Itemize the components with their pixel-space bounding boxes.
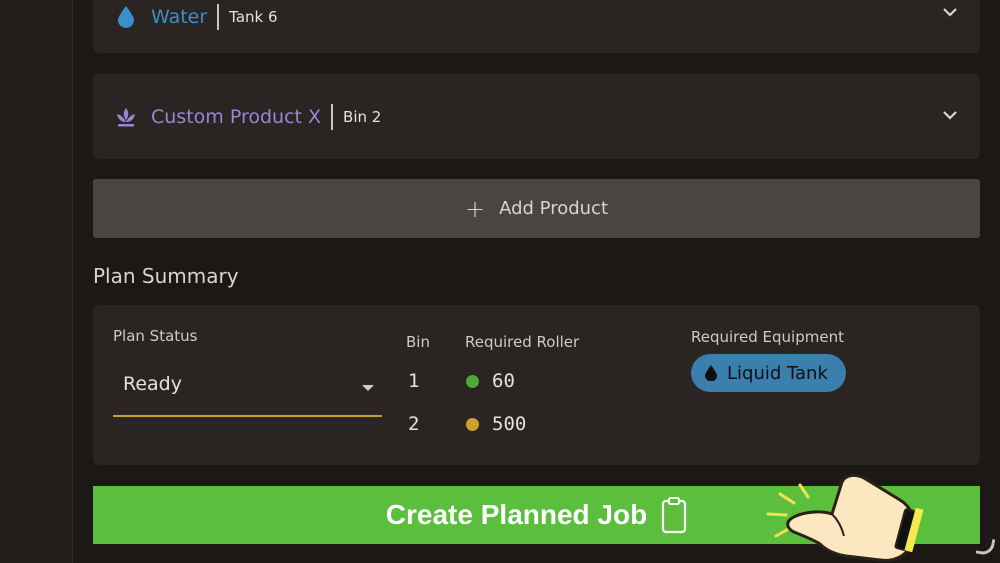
plus-icon: + bbox=[464, 194, 486, 223]
roller-value-row: 500 bbox=[466, 413, 526, 435]
product-location: Bin 2 bbox=[343, 108, 382, 126]
bin-value: 1 bbox=[408, 370, 420, 392]
product-card-water[interactable]: Water Tank 6 bbox=[93, 0, 980, 53]
bin-column-header: Bin bbox=[406, 333, 430, 351]
water-drop-icon bbox=[115, 6, 137, 28]
roller-value: 60 bbox=[492, 370, 515, 392]
add-product-label: Add Product bbox=[499, 198, 609, 219]
plan-status-label: Plan Status bbox=[113, 327, 198, 345]
plan-status-select[interactable]: Ready bbox=[113, 361, 382, 417]
left-rail bbox=[0, 0, 73, 563]
chevron-down-icon[interactable] bbox=[942, 4, 958, 20]
product-card-custom-product-x[interactable]: Custom Product X Bin 2 bbox=[93, 74, 980, 159]
plan-summary-title: Plan Summary bbox=[93, 264, 239, 288]
roller-value-row: 60 bbox=[466, 370, 515, 392]
add-product-button[interactable]: + Add Product bbox=[93, 179, 980, 238]
product-divider bbox=[217, 4, 220, 30]
pointing-hand-icon bbox=[766, 473, 924, 562]
product-header: Custom Product X Bin 2 bbox=[115, 104, 381, 130]
status-dot-icon bbox=[466, 374, 479, 388]
roller-column-header: Required Roller bbox=[465, 333, 580, 351]
status-dot-icon bbox=[466, 417, 479, 431]
product-divider bbox=[331, 104, 334, 130]
clipboard-icon bbox=[661, 496, 687, 534]
product-header: Water Tank 6 bbox=[115, 4, 278, 30]
required-equipment-header: Required Equipment bbox=[691, 328, 844, 346]
product-location: Tank 6 bbox=[229, 8, 278, 26]
plan-status-value: Ready bbox=[123, 373, 182, 395]
liquid-drop-icon bbox=[705, 365, 717, 382]
create-planned-job-label: Create Planned Job bbox=[385, 499, 648, 530]
product-name: Water bbox=[151, 6, 208, 28]
roller-value: 500 bbox=[492, 413, 527, 435]
caret-down-icon bbox=[362, 385, 374, 391]
product-name: Custom Product X bbox=[151, 106, 322, 128]
plant-icon bbox=[115, 106, 137, 128]
plan-summary-card: Plan Status Ready Bin Required Roller 1 … bbox=[93, 305, 980, 465]
app-frame: Water Tank 6 Custom Product X Bin 2 + Ad… bbox=[0, 0, 1000, 563]
chevron-down-icon[interactable] bbox=[942, 107, 958, 123]
bin-value: 2 bbox=[408, 413, 420, 435]
equipment-chip: Liquid Tank bbox=[691, 354, 846, 392]
equipment-label: Liquid Tank bbox=[727, 362, 828, 384]
